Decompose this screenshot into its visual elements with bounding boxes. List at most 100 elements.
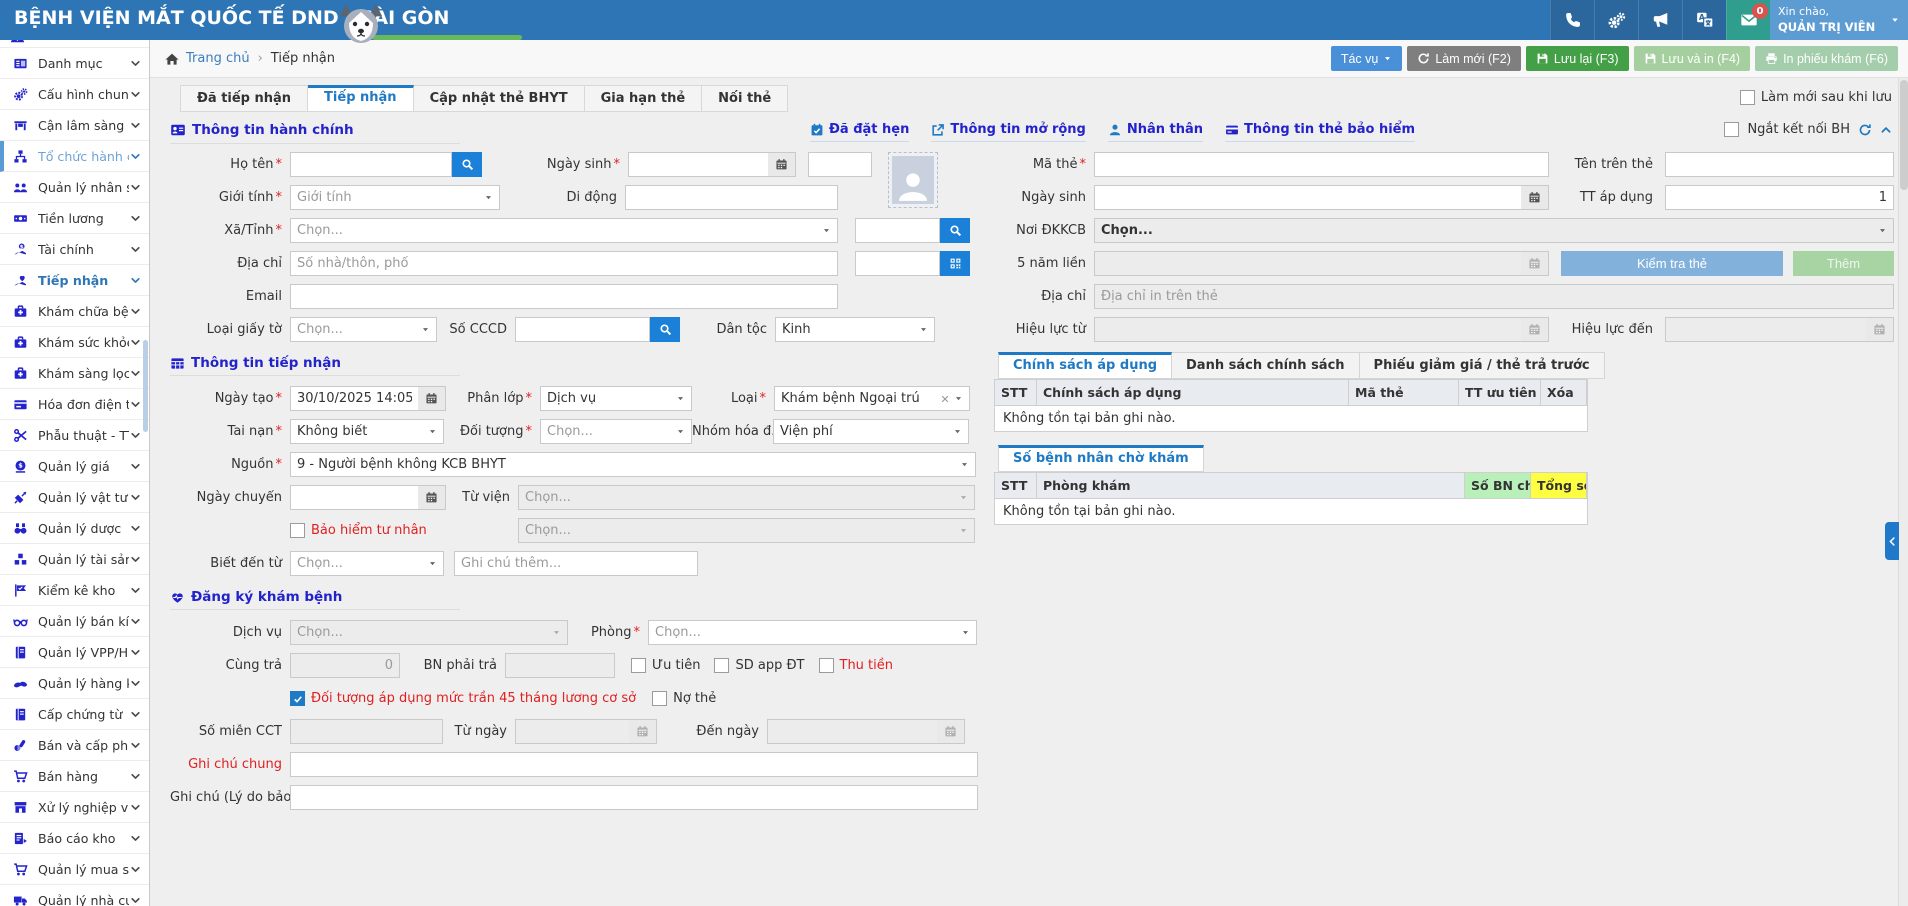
- sidebar-item[interactable]: Tổ chức hành chính: [0, 141, 149, 172]
- ngay-tao-input[interactable]: [290, 386, 418, 411]
- hieu-luc-tu-calendar-button[interactable]: [1521, 317, 1549, 342]
- policy-tab[interactable]: Chính sách áp dụng: [998, 352, 1172, 379]
- loai-select[interactable]: Khám bệnh Ngoại trú: [774, 386, 970, 411]
- sidebar-item[interactable]: Tiền lương: [0, 203, 149, 234]
- sd-app-dt-checkbox[interactable]: [714, 658, 729, 673]
- them-button[interactable]: Thêm: [1793, 251, 1894, 276]
- ngay-chuyen-input[interactable]: [290, 485, 418, 510]
- policy-tab[interactable]: Danh sách chính sách: [1172, 352, 1360, 379]
- settings-icon-button[interactable]: [1594, 0, 1638, 40]
- dich-vu-select[interactable]: Chọn...: [290, 620, 568, 645]
- qr-button[interactable]: [940, 251, 970, 276]
- tu-ngay-calendar-button[interactable]: [629, 719, 657, 744]
- phone-icon-button[interactable]: [1550, 0, 1594, 40]
- sidebar-item[interactable]: Bán và cấp phát thuốc: [0, 730, 149, 761]
- ghi-chu-ly-do-input[interactable]: [290, 785, 978, 810]
- bh-ngay-sinh-calendar-button[interactable]: [1521, 185, 1549, 210]
- main-tab[interactable]: Cập nhật thẻ BHYT: [414, 85, 585, 112]
- biet-den-tu-select[interactable]: Chọn...: [290, 551, 444, 576]
- sidebar-item[interactable]: Quản lý hàng ký gửi: [0, 668, 149, 699]
- sidebar-item[interactable]: Quản lý mua sắm: [0, 854, 149, 885]
- announcement-icon-button[interactable]: [1638, 0, 1682, 40]
- sidebar-item[interactable]: Quản lý nhân sự: [0, 172, 149, 203]
- sidebar-item[interactable]: Tiếp nhận: [0, 265, 149, 296]
- thong-tin-mo-rong-link[interactable]: Thông tin mở rộng: [931, 122, 1086, 142]
- dia-chi-input[interactable]: [290, 251, 838, 276]
- sidebar-item[interactable]: Khám sức khỏe: [0, 327, 149, 358]
- tai-nan-select[interactable]: Không biết: [290, 419, 444, 444]
- ho-ten-search-button[interactable]: [452, 152, 482, 177]
- page-scrollbar[interactable]: [1898, 78, 1908, 906]
- bao-hiem-tu-nhan-checkbox[interactable]: [290, 523, 305, 538]
- sidebar-scrollbar[interactable]: [143, 340, 148, 432]
- thong-tin-the-bao-hiem-link[interactable]: Thông tin thẻ bảo hiểm: [1225, 122, 1415, 142]
- ngay-tao-calendar-button[interactable]: [418, 386, 446, 411]
- phong-select[interactable]: Chọn...: [648, 620, 977, 645]
- sidebar-item[interactable]: Kiểm kê kho: [0, 575, 149, 606]
- nam-lien-calendar-button[interactable]: [1521, 251, 1549, 276]
- xa-tinh-select[interactable]: Chọn...: [290, 218, 838, 243]
- mail-icon-button[interactable]: 0: [1726, 0, 1770, 40]
- tu-vien-select[interactable]: Chọn...: [518, 485, 975, 510]
- sidebar-item[interactable]: Bán hàng: [0, 761, 149, 792]
- clear-icon[interactable]: [940, 394, 950, 404]
- da-dat-hen-link[interactable]: Đã đặt hẹn: [810, 122, 909, 142]
- lam-moi-button[interactable]: Làm mới (F2): [1407, 46, 1521, 71]
- main-tab[interactable]: Nối thẻ: [702, 85, 788, 112]
- noi-dkkcb-select[interactable]: Chọn...: [1094, 218, 1894, 243]
- no-the-checkbox[interactable]: [652, 691, 667, 706]
- main-tab[interactable]: Tiếp nhận: [308, 85, 414, 112]
- sidebar-item-partial[interactable]: [0, 40, 149, 48]
- luu-va-in-button[interactable]: Lưu và in (F4): [1634, 46, 1751, 71]
- tab-so-benh-nhan-cho-kham[interactable]: Số bệnh nhân chờ khám: [998, 445, 1204, 472]
- ngat-ket-noi-bh-checkbox[interactable]: [1724, 122, 1739, 137]
- in-phieu-kham-button[interactable]: In phiếu khám (F6): [1755, 46, 1898, 71]
- panel-expander-button[interactable]: [1885, 522, 1899, 560]
- ten-tren-the-input[interactable]: [1665, 152, 1894, 177]
- sidebar-item[interactable]: Quản lý bán kính: [0, 606, 149, 637]
- ma-the-input[interactable]: [1094, 152, 1549, 177]
- loai-giay-to-select[interactable]: Chọn...: [290, 317, 437, 342]
- sidebar-item[interactable]: Cận lâm sàng: [0, 110, 149, 141]
- policy-tab[interactable]: Phiếu giảm giá / thẻ trả trước: [1360, 352, 1605, 379]
- refresh-icon[interactable]: [1858, 123, 1872, 137]
- sidebar-item[interactable]: Hóa đơn điện tử: [0, 389, 149, 420]
- sidebar-item[interactable]: $Quản lý giá: [0, 451, 149, 482]
- sidebar-item[interactable]: $Tài chính: [0, 234, 149, 265]
- sidebar-item[interactable]: Cấp chứng từ: [0, 699, 149, 730]
- ngay-sinh-calendar-button[interactable]: [768, 152, 796, 177]
- ngay-sinh-input[interactable]: [628, 152, 768, 177]
- sidebar-item[interactable]: Quản lý VPP/Hàng hóa: [0, 637, 149, 668]
- thu-tien-checkbox[interactable]: [819, 658, 834, 673]
- cccd-search-button[interactable]: [650, 317, 680, 342]
- breadcrumb-home[interactable]: Trang chủ: [164, 51, 250, 67]
- lam-moi-sau-khi-luu-checkbox[interactable]: [1740, 90, 1755, 105]
- tac-vu-button[interactable]: Tác vụ: [1331, 46, 1403, 71]
- main-tab[interactable]: Gia hạn thẻ: [585, 85, 703, 112]
- nhom-hoa-don-select[interactable]: Viện phí: [773, 419, 969, 444]
- uu-tien-checkbox[interactable]: [631, 658, 646, 673]
- kiem-tra-the-button[interactable]: Kiểm tra thẻ: [1561, 251, 1783, 276]
- sidebar-item[interactable]: Quản lý vật tư tiêu hao: [0, 482, 149, 513]
- nguon-select[interactable]: 9 - Người bệnh không KCB BHYT: [290, 452, 976, 477]
- den-ngay-calendar-button[interactable]: [937, 719, 965, 744]
- main-tab[interactable]: Đã tiếp nhận: [180, 85, 308, 112]
- sidebar-item[interactable]: Xử lý nghiệp vụ kho: [0, 792, 149, 823]
- sidebar-item[interactable]: Quản lý dược: [0, 513, 149, 544]
- sidebar-item[interactable]: Cấu hình chung: [0, 79, 149, 110]
- ma-qr-input[interactable]: [855, 251, 940, 276]
- phan-lop-select[interactable]: Dịch vụ: [540, 386, 692, 411]
- email-input[interactable]: [290, 284, 838, 309]
- vung-search-button[interactable]: [940, 218, 970, 243]
- doi-tuong-select[interactable]: Chọn...: [540, 419, 692, 444]
- sidebar-item[interactable]: Danh mục: [0, 48, 149, 79]
- dan-toc-select[interactable]: Kinh: [775, 317, 935, 342]
- ho-ten-input[interactable]: [290, 152, 452, 177]
- collapse-icon[interactable]: [1880, 124, 1892, 136]
- tt-ap-dung-input[interactable]: [1665, 185, 1894, 210]
- ghi-chu-them-input[interactable]: [454, 551, 698, 576]
- patient-photo[interactable]: [888, 152, 938, 208]
- bao-hiem-tu-nhan-select[interactable]: Chọn...: [518, 518, 975, 543]
- sidebar-item[interactable]: Quản lý nhà cung cấp: [0, 885, 149, 906]
- nhan-than-link[interactable]: Nhân thân: [1108, 122, 1203, 142]
